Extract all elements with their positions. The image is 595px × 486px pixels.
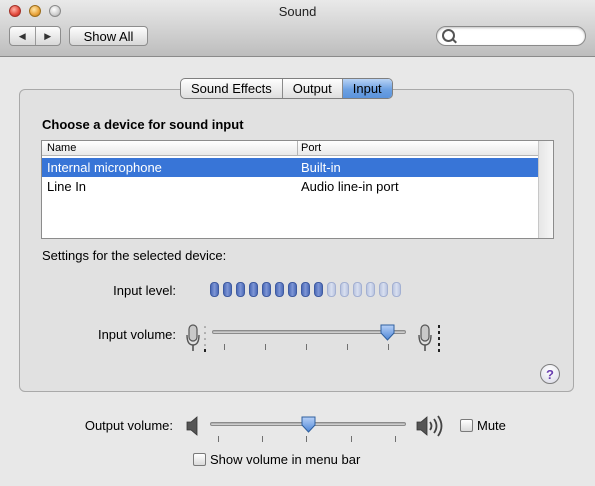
level-segment <box>236 282 245 297</box>
level-segment <box>275 282 284 297</box>
level-segment <box>379 282 388 297</box>
table-row[interactable]: Internal microphone Built-in <box>42 158 539 177</box>
speaker-high-icon <box>416 415 443 437</box>
level-segment <box>327 282 336 297</box>
speaker-low-icon <box>186 416 198 436</box>
level-segment <box>353 282 362 297</box>
back-forward-control: ◀ ▶ <box>9 26 61 46</box>
microphone-low-icon <box>186 324 206 352</box>
table-scrollbar[interactable] <box>538 141 553 238</box>
search-field[interactable] <box>436 26 586 46</box>
column-header-name[interactable]: Name <box>47 142 76 154</box>
level-segment <box>314 282 323 297</box>
output-volume-label: Output volume: <box>84 418 173 433</box>
level-segment <box>223 282 232 297</box>
window-title: Sound <box>278 4 317 19</box>
table-row[interactable]: Line In Audio line-in port <box>42 177 539 196</box>
mute-checkbox[interactable] <box>460 419 473 432</box>
level-segment <box>288 282 297 297</box>
column-header-port[interactable]: Port <box>301 142 321 154</box>
forward-button[interactable]: ▶ <box>36 27 61 45</box>
level-segment <box>392 282 401 297</box>
back-arrow-icon: ◀ <box>18 30 26 41</box>
input-volume-track <box>212 330 406 334</box>
level-segment <box>249 282 258 297</box>
device-table[interactable]: Name Port Internal microphone Built-in L… <box>41 140 554 239</box>
device-name: Line In <box>47 179 87 194</box>
input-volume-label: Input volume: <box>97 327 176 342</box>
mute-label: Mute <box>477 418 506 433</box>
help-button[interactable]: ? <box>540 364 560 384</box>
forward-arrow-icon: ▶ <box>44 30 52 41</box>
search-input[interactable] <box>459 28 583 45</box>
level-segment <box>301 282 310 297</box>
show-volume-label: Show volume in menu bar <box>210 452 361 467</box>
device-port: Built-in <box>301 160 341 175</box>
device-heading: Choose a device for sound input <box>42 117 244 132</box>
level-segment <box>262 282 271 297</box>
show-all-button[interactable]: Show All <box>69 26 148 46</box>
tab-output[interactable]: Output <box>281 79 342 98</box>
level-segment <box>340 282 349 297</box>
window-toolbar: Sound ◀ ▶ Show All <box>0 0 595 57</box>
show-volume-checkbox-row[interactable]: Show volume in menu bar <box>193 452 360 467</box>
device-name: Internal microphone <box>47 160 162 175</box>
output-volume-slider[interactable] <box>210 416 406 452</box>
output-volume-knob[interactable] <box>301 416 316 433</box>
column-divider <box>297 141 298 156</box>
input-volume-knob[interactable] <box>380 324 395 341</box>
level-segment <box>210 282 219 297</box>
tab-bar: Sound Effects Output Input <box>180 78 393 99</box>
show-volume-checkbox[interactable] <box>193 453 206 466</box>
table-header: Name Port <box>42 141 539 156</box>
device-port: Audio line-in port <box>301 179 399 194</box>
tab-input[interactable]: Input <box>341 79 392 98</box>
microphone-high-icon <box>418 324 440 352</box>
tab-sound-effects[interactable]: Sound Effects <box>181 79 282 98</box>
input-level-label: Input level: <box>113 283 176 298</box>
input-volume-slider[interactable] <box>212 324 406 360</box>
mute-checkbox-row[interactable]: Mute <box>460 418 506 433</box>
back-button[interactable]: ◀ <box>10 27 36 45</box>
settings-label: Settings for the selected device: <box>42 248 227 263</box>
input-level-meter <box>210 282 401 297</box>
level-segment <box>366 282 375 297</box>
search-icon <box>442 29 455 42</box>
